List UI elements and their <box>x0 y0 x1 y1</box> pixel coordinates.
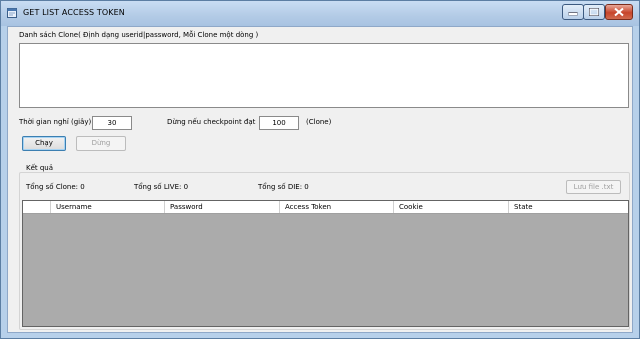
maximize-icon <box>589 8 599 16</box>
rest-time-label: Thời gian nghỉ (giây) <box>19 118 92 126</box>
title-bar[interactable]: GET LIST ACCESS TOKEN <box>1 1 639 26</box>
row-header-corner[interactable] <box>23 201 51 213</box>
column-header-access-token[interactable]: Access Token <box>280 201 394 213</box>
results-group-title: Kết quả <box>24 164 56 172</box>
stop-checkpoint-input[interactable]: 100 <box>259 116 299 130</box>
window-title: GET LIST ACCESS TOKEN <box>23 8 125 17</box>
column-header-cookie[interactable]: Cookie <box>394 201 509 213</box>
column-header-password[interactable]: Password <box>165 201 280 213</box>
close-button[interactable] <box>605 4 633 20</box>
results-table[interactable]: Username Password Access Token Cookie St… <box>22 200 629 327</box>
total-clone-text: Tổng số Clone: 0 <box>26 183 85 191</box>
clone-list-textarea[interactable] <box>19 43 629 108</box>
maximize-button[interactable] <box>583 4 605 20</box>
minimize-button[interactable] <box>562 4 584 20</box>
stop-button[interactable]: Dừng <box>76 136 126 151</box>
close-icon <box>614 7 624 17</box>
save-file-button[interactable]: Lưu file .txt <box>566 180 621 194</box>
main-window: GET LIST ACCESS TOKEN Danh sách Clone( Đ… <box>0 0 640 339</box>
total-live-text: Tổng số LIVE: 0 <box>134 183 189 191</box>
run-button[interactable]: Chạy <box>22 136 66 151</box>
column-header-username[interactable]: Username <box>51 201 165 213</box>
app-icon <box>7 8 17 18</box>
minimize-icon <box>568 12 578 16</box>
stop-checkpoint-unit: (Clone) <box>306 118 332 126</box>
total-die-text: Tổng số DIE: 0 <box>258 183 309 191</box>
clone-list-label: Danh sách Clone( Định dạng userid|passwo… <box>19 31 259 39</box>
stop-checkpoint-label: Dừng nếu checkpoint đạt <box>167 118 256 126</box>
table-header: Username Password Access Token Cookie St… <box>23 201 628 214</box>
column-header-state[interactable]: State <box>509 201 628 213</box>
rest-time-input[interactable]: 30 <box>92 116 132 130</box>
client-area: Danh sách Clone( Định dạng userid|passwo… <box>7 26 633 333</box>
